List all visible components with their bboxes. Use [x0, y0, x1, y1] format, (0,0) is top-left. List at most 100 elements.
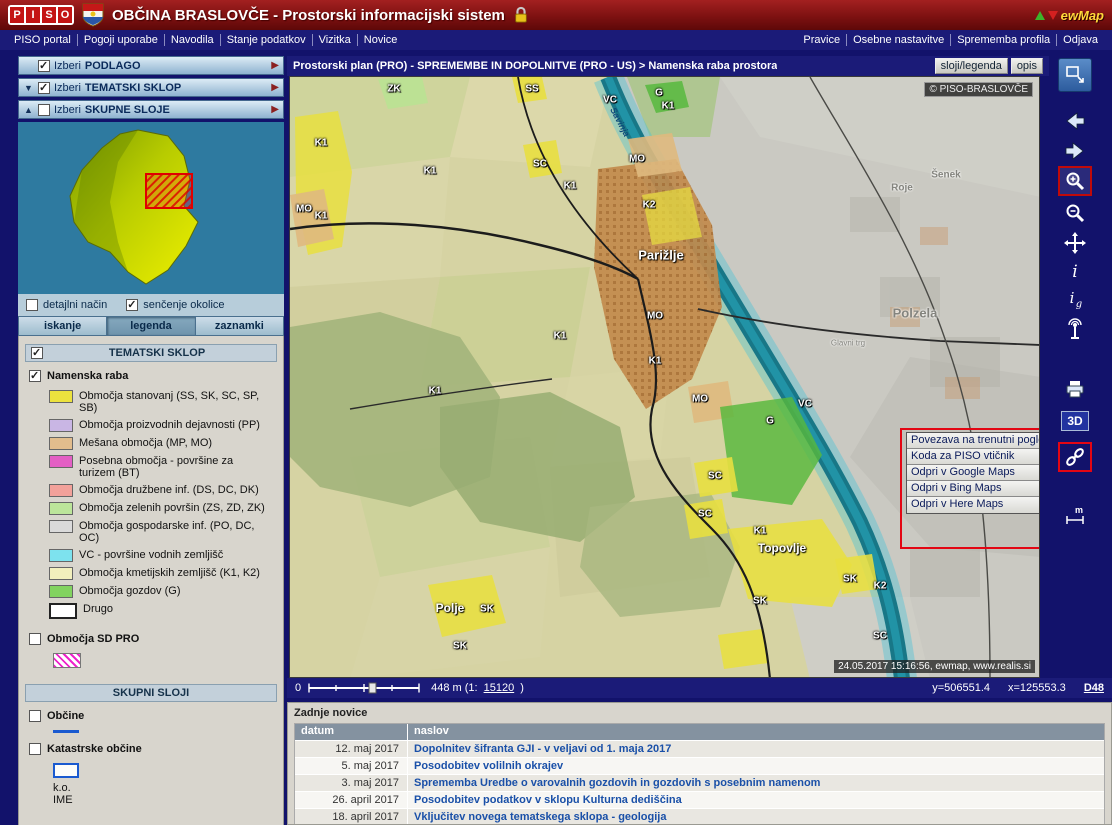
menu-navodila[interactable]: Navodila	[165, 34, 221, 46]
panel-izberi-podlago[interactable]: Izberi PODLAGO ▶	[18, 56, 284, 75]
previous-view-button[interactable]	[1058, 108, 1092, 134]
group-info-button[interactable]: i g	[1058, 286, 1092, 312]
tab-iskanje[interactable]: iskanje	[18, 316, 107, 336]
feature-info-button[interactable]: i	[1058, 258, 1092, 284]
view-3d-button[interactable]: 3D	[1058, 408, 1092, 434]
ewmap-logo: ewMap	[1035, 8, 1104, 23]
zone-label: K1	[662, 101, 675, 112]
skupni-sloji-header: SKUPNI SLOJI	[25, 684, 277, 702]
panel-prefix: Izberi	[54, 82, 81, 94]
ko-label: k.o.	[53, 782, 277, 794]
zone-label: VC	[603, 95, 617, 106]
sencenje-okolice-checkbox[interactable]	[126, 299, 138, 311]
zone-label: G	[766, 416, 774, 427]
piso-logo[interactable]: P I S O	[8, 5, 74, 25]
main-menubar: PISO portal Pogoji uporabe Navodila Stan…	[0, 30, 1112, 50]
tab-legenda[interactable]: legenda	[107, 316, 195, 336]
zone-label: SS	[525, 84, 538, 95]
datum-link[interactable]: D48	[1084, 682, 1104, 694]
zone-label: SK	[453, 641, 467, 652]
share-popup-menu: Povezava na trenutni pogled Koda za PISO…	[906, 432, 1040, 514]
print-button[interactable]	[1058, 376, 1092, 402]
popup-item-bing-maps[interactable]: Odpri v Bing Maps	[907, 481, 1040, 497]
katastrske-checkbox[interactable]	[29, 743, 41, 755]
zone-label: K1	[424, 166, 437, 177]
scale-slider[interactable]	[307, 682, 425, 694]
menu-osebne-nastavitve[interactable]: Osebne nastavitve	[847, 34, 951, 46]
expand-arrow-icon[interactable]: ▶	[271, 104, 279, 115]
expand-arrow-icon[interactable]: ▶	[271, 82, 279, 93]
legend-swatch	[49, 437, 73, 450]
sd-pro-checkbox[interactable]	[29, 633, 41, 645]
opis-button[interactable]: opis	[1011, 58, 1043, 74]
sloji-legenda-button[interactable]: sloji/legenda	[935, 58, 1008, 74]
next-view-button[interactable]	[1058, 138, 1092, 164]
menu-pravice[interactable]: Pravice	[797, 34, 847, 46]
legend-swatch	[49, 603, 77, 619]
legend-item: Območja proizvodnih dejavnosti (PP)	[49, 419, 277, 432]
legend-label: Posebna območja - površine za turizem (B…	[79, 455, 271, 479]
zoom-in-button[interactable]	[1058, 166, 1092, 196]
svg-text:g: g	[1076, 299, 1082, 310]
obcine-checkbox[interactable]	[29, 710, 41, 722]
menu-stanje-podatkov[interactable]: Stanje podatkov	[221, 34, 313, 46]
svg-text:i: i	[1072, 262, 1077, 282]
scale-ratio-link[interactable]: 15120	[484, 682, 515, 694]
scale-text: 448 m (1:	[431, 682, 477, 694]
popup-item-povezava[interactable]: Povezava na trenutni pogled	[907, 433, 1040, 449]
popup-item-here-maps[interactable]: Odpri v Here Maps	[907, 497, 1040, 513]
panel-name: TEMATSKI SKLOP	[85, 82, 181, 94]
sd-pro-swatch	[53, 653, 81, 668]
layer-obcine: Občine	[29, 710, 277, 722]
news-link[interactable]: Posodobitev podatkov v sklopu Kulturna d…	[407, 792, 1104, 808]
tematski-sklop-checkbox[interactable]	[31, 347, 43, 359]
pan-button[interactable]	[1058, 230, 1092, 256]
news-row: 12. maj 2017 Dopolnitev šifranta GJI - v…	[295, 740, 1104, 757]
expand-arrow-icon[interactable]: ▶	[271, 60, 279, 71]
tab-zaznamki[interactable]: zaznamki	[196, 316, 284, 336]
collapse-icon[interactable]: ▼	[23, 83, 34, 93]
menu-pogoji-uporabe[interactable]: Pogoji uporabe	[78, 34, 165, 46]
scale-close: )	[520, 682, 524, 694]
collapse-icon[interactable]: ▲	[23, 105, 34, 115]
tematski-checkbox[interactable]	[38, 82, 50, 94]
gps-position-button[interactable]	[1058, 316, 1092, 342]
legend-item: Območja kmetijskih zemljišč (K1, K2)	[49, 567, 277, 580]
map-canvas[interactable]	[290, 77, 1040, 678]
overview-options: detajlni način senčenje okolice	[18, 294, 284, 316]
zone-label: MO	[629, 154, 645, 165]
popup-item-google-maps[interactable]: Odpri v Google Maps	[907, 465, 1040, 481]
map-viewport[interactable]: ZK SS VC G K1 K1 K1 SC MO K1 MO K1 K2 MO…	[289, 76, 1040, 678]
panel-izberi-tematski-sklop[interactable]: ▼ Izberi TEMATSKI SKLOP ▶	[18, 78, 284, 97]
namenska-raba-checkbox[interactable]	[29, 370, 41, 382]
legend-item: Posebna območja - površine za turizem (B…	[49, 455, 277, 479]
map-timestamp: 24.05.2017 15:16:56, ewmap, www.realis.s…	[834, 660, 1035, 673]
overview-map[interactable]	[18, 122, 284, 294]
news-link[interactable]: Dopolnitev šifranta GJI - v veljavi od 1…	[407, 741, 1104, 757]
menu-odjava[interactable]: Odjava	[1057, 34, 1104, 46]
news-link[interactable]: Sprememba Uredbe o varovalnih gozdovih i…	[407, 775, 1104, 791]
news-link[interactable]: Vključitev novega tematskega sklopa - ge…	[407, 809, 1104, 825]
skupni-sloji-title: SKUPNI SLOJI	[31, 687, 271, 699]
podlago-checkbox[interactable]	[38, 60, 50, 72]
menubar-left: PISO portal Pogoji uporabe Navodila Stan…	[8, 34, 403, 46]
share-link-button[interactable]	[1058, 442, 1092, 472]
measure-button[interactable]: m	[1058, 502, 1092, 528]
menu-sprememba-profila[interactable]: Sprememba profila	[951, 34, 1057, 46]
layer-label: Katastrske občine	[47, 743, 142, 755]
menu-vizitka[interactable]: Vizitka	[313, 34, 358, 46]
zone-label: K1	[554, 331, 567, 342]
coordinate-x: x=125553.3	[1008, 682, 1066, 694]
skupni-checkbox[interactable]	[38, 104, 50, 116]
zone-label: SC	[698, 509, 712, 520]
ewmap-mark-icon	[1035, 11, 1045, 20]
popup-item-koda-vticnik[interactable]: Koda za PISO vtičnik	[907, 449, 1040, 465]
news-panel: Zadnje novice datum naslov 12. maj 2017 …	[287, 702, 1112, 825]
zoom-out-button[interactable]	[1058, 200, 1092, 226]
news-link[interactable]: Posodobitev volilnih okrajev	[407, 758, 1104, 774]
show-full-extent-button[interactable]	[1058, 58, 1092, 92]
detajlni-nacin-checkbox[interactable]	[26, 299, 38, 311]
menu-novice[interactable]: Novice	[358, 34, 404, 46]
menu-piso-portal[interactable]: PISO portal	[8, 34, 78, 46]
panel-izberi-skupne-sloje[interactable]: ▲ Izberi SKUPNE SLOJE ▶	[18, 100, 284, 119]
